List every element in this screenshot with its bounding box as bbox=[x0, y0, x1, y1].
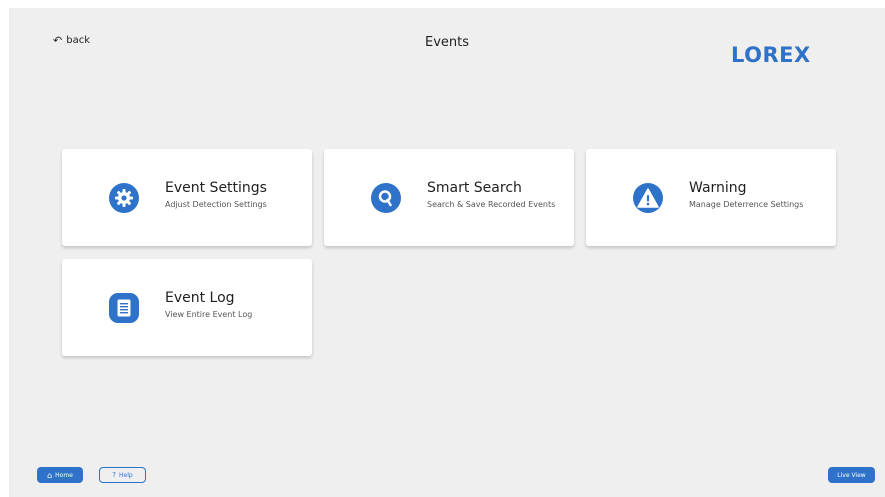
help-button[interactable]: ? Help bbox=[99, 467, 146, 483]
events-screen: ↶ back Events LOREX Event Settings Adjus… bbox=[9, 8, 885, 497]
card-label: Smart Search bbox=[427, 180, 522, 196]
warning-icon bbox=[633, 183, 663, 213]
card-label: Event Log bbox=[165, 290, 235, 306]
help-label: Help bbox=[119, 471, 133, 479]
live-view-label: Live View bbox=[837, 471, 866, 479]
search-icon bbox=[371, 183, 401, 213]
smart-search-card[interactable]: Smart Search Search & Save Recorded Even… bbox=[324, 149, 574, 246]
live-view-button[interactable]: Live View bbox=[828, 467, 875, 483]
home-label: Home bbox=[55, 471, 73, 479]
help-icon: ? bbox=[112, 471, 117, 479]
card-subtitle: Adjust Detection Settings bbox=[165, 200, 267, 209]
card-subtitle: Search & Save Recorded Events bbox=[427, 200, 556, 209]
home-icon: ⌂ bbox=[47, 470, 53, 480]
event-log-card[interactable]: Event Log View Entire Event Log bbox=[62, 259, 312, 356]
home-button[interactable]: ⌂ Home bbox=[37, 467, 83, 483]
warning-card[interactable]: Warning Manage Deterrence Settings bbox=[586, 149, 836, 246]
card-subtitle: View Entire Event Log bbox=[165, 310, 253, 319]
card-subtitle: Manage Deterrence Settings bbox=[689, 200, 804, 209]
card-label: Warning bbox=[689, 180, 747, 196]
gear-icon bbox=[109, 183, 139, 213]
event-settings-card[interactable]: Event Settings Adjust Detection Settings bbox=[62, 149, 312, 246]
brand-logo: LOREX bbox=[731, 43, 811, 67]
card-label: Event Settings bbox=[165, 180, 267, 196]
document-icon bbox=[109, 293, 139, 323]
